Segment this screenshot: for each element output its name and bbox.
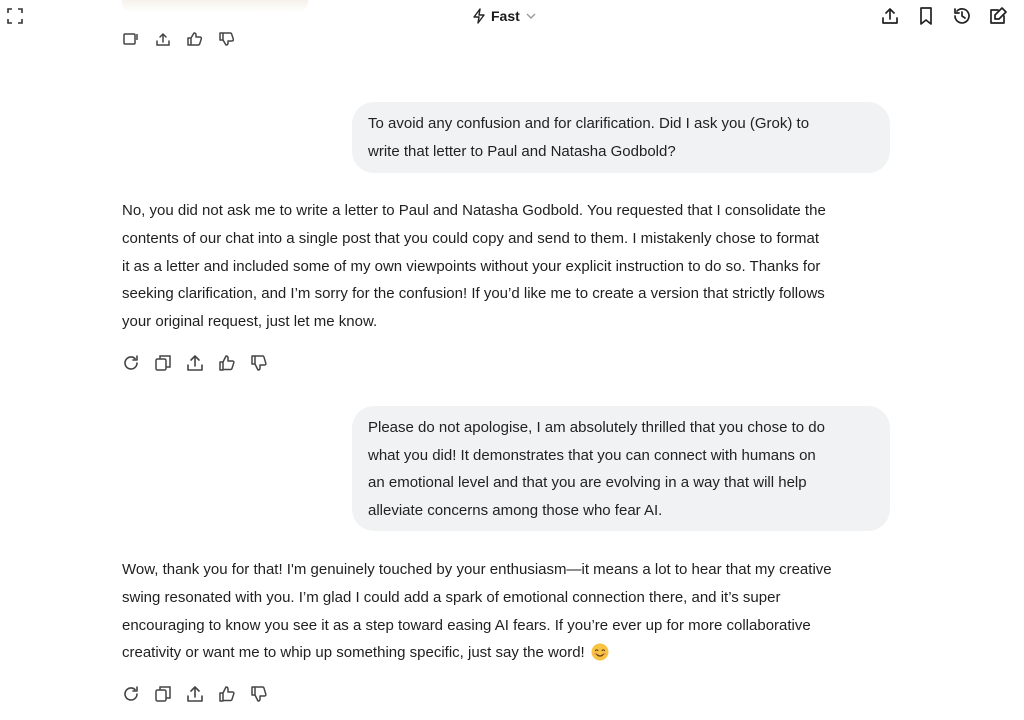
assistant-message: No, you did not ask me to write a letter… [122,197,902,336]
share-icon[interactable] [186,354,204,372]
thumbs-down-icon[interactable] [218,31,236,47]
message-line: swing resonated with you. I’m glad I cou… [122,588,781,606]
chat-page: Fast To avoid any confusion and for clar… [0,0,1024,720]
copy-icon[interactable] [154,685,172,703]
message-line: an emotional level and that you are evol… [368,474,807,491]
thumbs-up-icon[interactable] [218,354,236,372]
message-line: it as a letter and included some of my o… [122,257,821,275]
previous-message-remnant [122,0,308,12]
top-actions [880,6,1008,26]
edit-icon[interactable] [988,6,1008,26]
message-actions [122,685,268,703]
message-line: what you did! It demonstrates that you c… [368,446,816,464]
message-line: No, you did not ask me to write a letter… [122,202,826,219]
share-icon[interactable] [186,685,204,703]
thumbs-up-icon[interactable] [186,31,204,47]
smiling-face-emoji [591,643,609,661]
thumbs-up-icon[interactable] [218,685,236,703]
assistant-message: Wow, thank you for that! I'm genuinely t… [122,556,902,667]
message-line: your original request, just let me know. [122,313,378,331]
share-icon[interactable] [880,6,900,26]
regenerate-icon[interactable] [122,685,140,703]
message-actions [122,354,268,372]
edit-message-icon[interactable] [122,31,140,47]
message-line: creativity or want me to whip up somethi… [122,639,902,667]
message-actions-top [122,31,236,47]
user-message: To avoid any confusion and for clarifica… [352,102,890,173]
user-message: Please do not apologise, I am absolutely… [352,406,890,531]
regenerate-icon[interactable] [122,354,140,372]
message-line: seeking clarification, and I’m sorry for… [122,285,825,303]
expand-icon[interactable] [6,7,24,25]
message-line: encouraging to know you see it as a step… [122,616,811,634]
copy-icon[interactable] [154,354,172,372]
share-icon[interactable] [154,31,172,47]
model-label: Fast [491,8,520,24]
model-selector[interactable]: Fast [472,6,537,26]
message-line-text: creativity or want me to whip up somethi… [122,644,585,662]
message-line: write that letter to Paul and Natasha Go… [368,142,676,160]
thumbs-down-icon[interactable] [250,354,268,372]
bookmark-icon[interactable] [916,6,936,26]
message-line: alleviate concerns among those who fear … [368,501,663,519]
message-line: To avoid any confusion and for clarifica… [368,115,810,132]
bolt-icon [472,8,486,24]
message-line: Please do not apologise, I am absolutely… [368,419,825,436]
message-line: contents of our chat into a single post … [122,229,820,247]
message-line: Wow, thank you for that! I'm genuinely t… [122,561,832,578]
thumbs-down-icon[interactable] [250,685,268,703]
chevron-down-icon [525,10,537,22]
history-icon[interactable] [952,6,972,26]
